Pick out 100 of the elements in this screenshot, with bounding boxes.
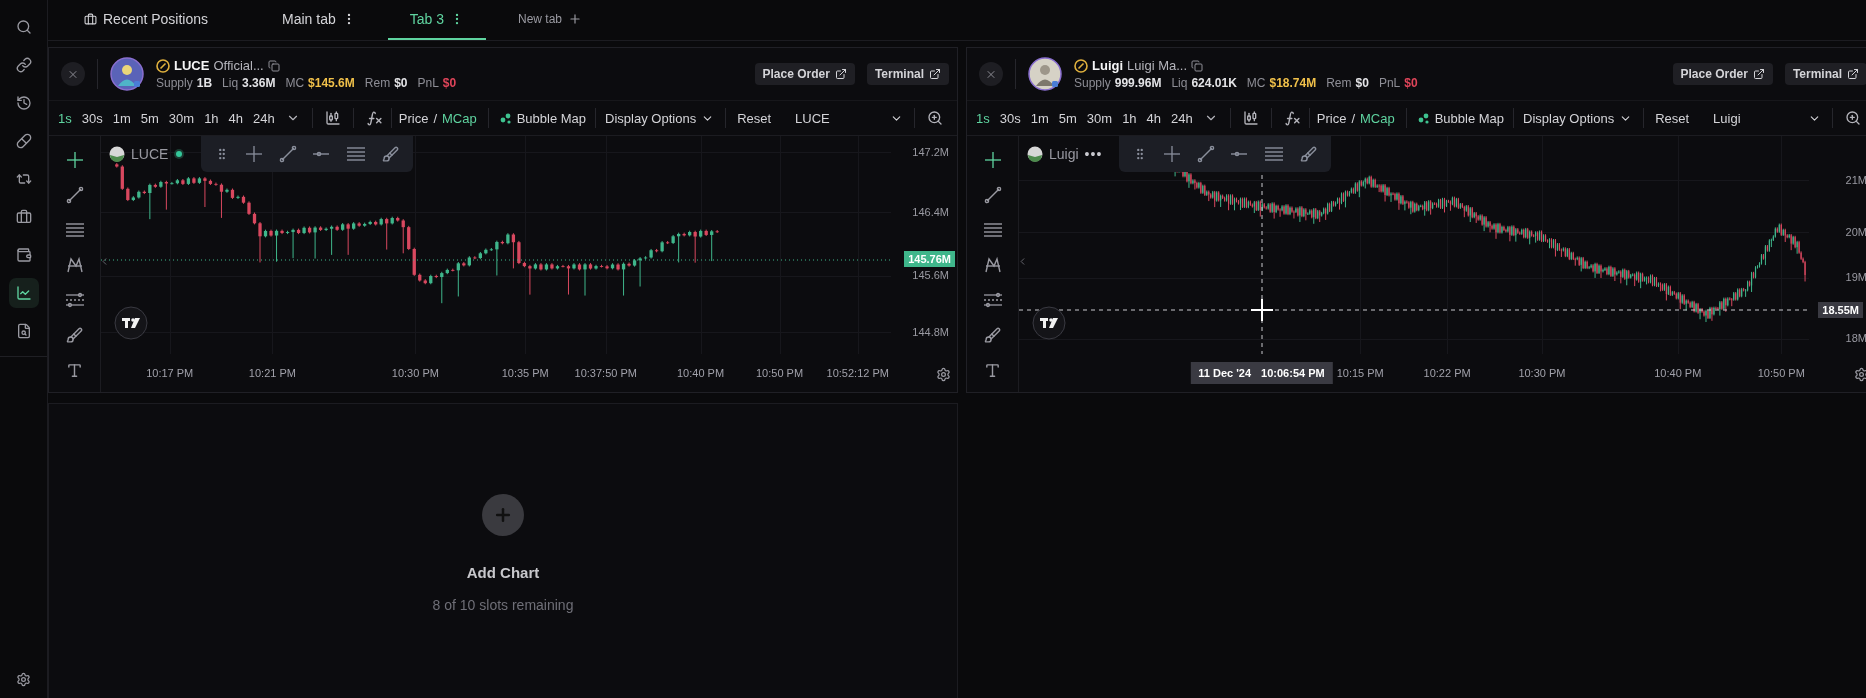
fib-levels-icon[interactable] xyxy=(63,290,86,310)
tab[interactable]: Recent Positions xyxy=(62,0,231,40)
stat-label: MC xyxy=(1246,76,1266,90)
stat-label: MC xyxy=(285,76,305,90)
price-axis-label: 18M xyxy=(1845,332,1866,345)
crosshair-icon[interactable] xyxy=(244,145,263,163)
avatar xyxy=(110,57,144,91)
brush-icon[interactable] xyxy=(382,145,400,163)
interval-button[interactable]: 30s xyxy=(994,105,1026,131)
crosshair-time-label: 11 Dec '24 10:06:54 PM xyxy=(1190,362,1333,384)
interval-button[interactable]: 1m xyxy=(107,105,136,131)
stat-value: 999.96M xyxy=(1114,76,1162,90)
copy-icon[interactable] xyxy=(267,59,280,72)
reset-button[interactable]: Reset xyxy=(1650,105,1695,131)
stat-label: Rem xyxy=(1326,76,1352,90)
coin-avatar-icon xyxy=(1027,146,1043,162)
parallel-lines-icon[interactable] xyxy=(1264,145,1285,163)
stat-value: $0 xyxy=(394,76,408,90)
trend-line-icon[interactable] xyxy=(1196,145,1215,163)
external-link-icon xyxy=(1752,68,1765,80)
stat-label: Rem xyxy=(364,76,391,90)
instrument-dropdown[interactable]: Luigi xyxy=(1708,105,1827,131)
token-symbol: LUCE xyxy=(174,58,210,73)
interval-button[interactable]: 24h xyxy=(1166,105,1198,131)
stat-label: PnL xyxy=(417,76,439,90)
time-axis-label: 10:17 PM xyxy=(146,367,194,379)
place-order-button[interactable]: Place Order xyxy=(754,63,855,85)
instrument-dropdown[interactable]: LUCE xyxy=(790,105,909,131)
crosshair-price-label: 18.55M xyxy=(1818,302,1863,319)
trend-line-icon[interactable] xyxy=(278,145,297,163)
time-axis-label: 10:40 PM xyxy=(677,367,725,379)
stat-value: 624.01K xyxy=(1191,76,1237,90)
stat-value: $18.74M xyxy=(1269,76,1317,90)
price-mcap-toggle[interactable]: Price / MCap xyxy=(1311,105,1400,131)
settings-icon[interactable] xyxy=(1854,367,1866,382)
interval-button[interactable]: 5m xyxy=(1053,105,1082,131)
time-axis-label: 10:35 PM xyxy=(501,367,549,379)
stat-value: $145.6M xyxy=(308,76,355,90)
display-options-dropdown[interactable]: Display Options xyxy=(600,105,720,131)
bubble-map-button[interactable]: Bubble Map xyxy=(494,105,592,131)
price-axis-label: 19M xyxy=(1845,271,1866,284)
bubbles-icon xyxy=(1417,112,1430,124)
crosshair-icon[interactable] xyxy=(1162,145,1181,163)
bubbles-icon xyxy=(499,112,512,124)
coin-avatar-icon xyxy=(109,146,125,162)
time-axis-label: 10:21 PM xyxy=(248,367,296,379)
price-axis-label: 145.6M xyxy=(912,269,949,282)
interval-button[interactable]: 30s xyxy=(76,105,108,131)
interval-button[interactable]: 1s xyxy=(53,105,77,131)
new-tab-button[interactable]: New tab xyxy=(496,0,605,40)
terminal-button[interactable]: Terminal xyxy=(866,63,949,85)
stat-value: $0 xyxy=(442,76,457,90)
plus-icon xyxy=(568,12,583,26)
interval-button[interactable]: 5m xyxy=(135,105,164,131)
reset-button[interactable]: Reset xyxy=(732,105,777,131)
parallel-lines-icon[interactable] xyxy=(63,220,86,240)
price-axis-label: 144.8M xyxy=(912,325,949,338)
token-symbol: Luigi xyxy=(1092,58,1124,73)
interval-button[interactable]: 1s xyxy=(971,105,995,131)
brush-icon[interactable] xyxy=(1300,145,1318,163)
tab[interactable]: Main tab xyxy=(260,0,378,40)
tab[interactable]: Tab 3 xyxy=(387,0,486,40)
bubble-map-button[interactable]: Bubble Map xyxy=(1412,105,1510,131)
interval-button[interactable]: 4h xyxy=(1141,105,1167,131)
time-axis-label: 10:22 PM xyxy=(1423,367,1471,379)
interval-button[interactable]: 30m xyxy=(1081,105,1118,131)
chart-legend-symbol: Luigi xyxy=(1049,146,1079,162)
display-options-dropdown[interactable]: Display Options xyxy=(1518,105,1638,131)
copy-icon[interactable] xyxy=(1191,59,1204,72)
price-axis-label: 146.4M xyxy=(912,206,949,219)
interval-button[interactable]: 1h xyxy=(199,105,224,131)
stat-label: Liq xyxy=(1171,76,1188,90)
fib-levels-icon[interactable] xyxy=(981,290,1004,310)
price-axis-label: 21M xyxy=(1845,173,1866,186)
token-name: Luigi Ma... xyxy=(1127,58,1188,73)
interval-button[interactable]: 1m xyxy=(1025,105,1054,131)
parallel-lines-icon[interactable] xyxy=(346,145,367,163)
interval-button[interactable]: 4h xyxy=(223,105,249,131)
briefcase-icon xyxy=(84,12,97,26)
interval-button[interactable]: 30m xyxy=(163,105,200,131)
price-mcap-toggle[interactable]: Price / MCap xyxy=(393,105,482,131)
legend-menu[interactable]: ••• xyxy=(1084,146,1103,162)
close-button[interactable] xyxy=(979,62,1003,86)
time-axis-label: 10:40 PM xyxy=(1654,367,1702,379)
stat-value: 1B xyxy=(196,76,213,90)
stat-value: $0 xyxy=(1355,76,1369,90)
plus-icon xyxy=(493,505,513,525)
interval-button[interactable]: 1h xyxy=(1117,105,1142,131)
stat-label: Supply xyxy=(156,76,193,90)
chart-legend-symbol: LUCE xyxy=(131,146,169,162)
stat-label: PnL xyxy=(1378,76,1401,90)
add-chart-title: Add Chart xyxy=(466,564,540,581)
close-button[interactable] xyxy=(61,62,85,86)
settings-icon[interactable] xyxy=(936,367,951,382)
parallel-lines-icon[interactable] xyxy=(981,220,1004,240)
interval-button[interactable]: 24h xyxy=(248,105,280,131)
time-axis-label: 10:15 PM xyxy=(1336,367,1384,379)
place-order-button[interactable]: Place Order xyxy=(1672,63,1773,85)
terminal-button[interactable]: Terminal xyxy=(1784,63,1866,85)
stat-label: Liq xyxy=(222,76,239,90)
